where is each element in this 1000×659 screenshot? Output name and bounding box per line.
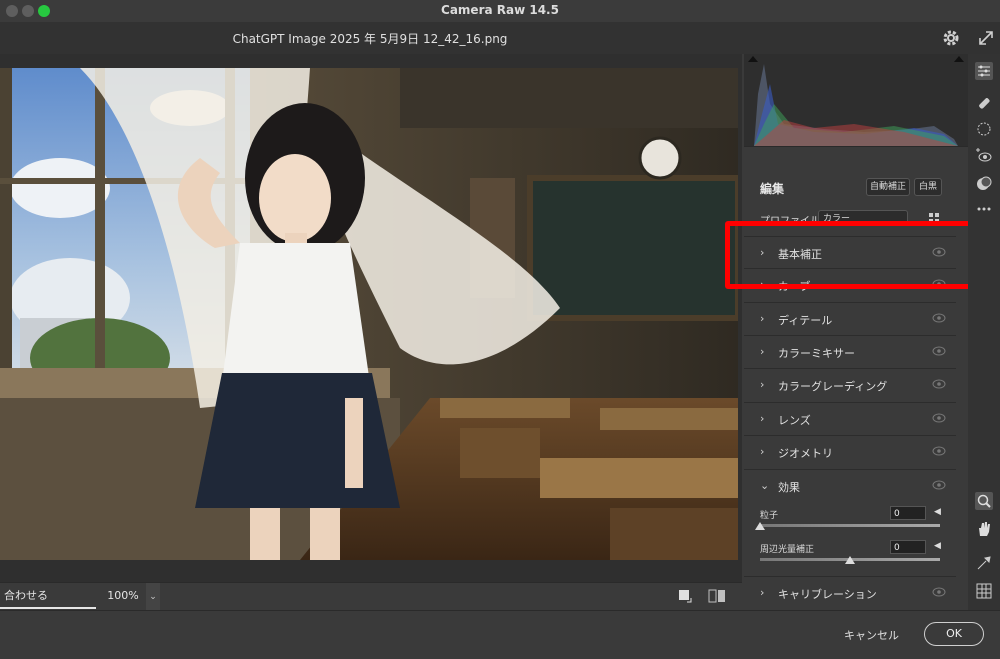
black-white-button[interactable]: 白黒 [914, 178, 942, 196]
eye-icon[interactable] [932, 446, 946, 456]
chevron-right-icon: › [760, 312, 765, 325]
chevron-right-icon: › [760, 412, 765, 425]
chevron-down-icon: ⌄ [760, 479, 770, 492]
dialog-footer: キャンセル OK [0, 610, 1000, 659]
section-lens[interactable]: › レンズ [744, 402, 956, 435]
chevron-right-icon: › [760, 378, 765, 391]
healing-brush-icon[interactable] [975, 94, 993, 112]
color-sampler-icon[interactable] [975, 554, 993, 572]
section-label: ジオメトリ [778, 447, 833, 460]
eye-icon[interactable] [932, 480, 946, 490]
section-label: カラーグレーディング [778, 380, 888, 393]
file-name: ChatGPT Image 2025 年 5月9日 12_42_16.png [232, 32, 508, 46]
auto-button[interactable]: 自動補正 [866, 178, 910, 196]
grid-icon[interactable] [975, 582, 993, 600]
grain-reset-icon[interactable]: ◀ [934, 507, 941, 517]
eye-icon[interactable] [932, 413, 946, 423]
vignette-slider-thumb[interactable] [845, 556, 855, 564]
section-label: 効果 [778, 481, 800, 494]
eye-icon[interactable] [932, 279, 946, 289]
zoom-icon[interactable] [975, 492, 993, 510]
section-label: 基本補正 [778, 248, 822, 261]
section-effects[interactable]: ⌄ 効果 [744, 469, 956, 502]
section-curve[interactable]: › カーブ [744, 268, 956, 301]
edit-panel-title: 編集 [760, 182, 785, 196]
section-label: カラーミキサー [778, 347, 855, 360]
eye-icon[interactable] [932, 587, 946, 597]
section-label: ディテール [778, 314, 833, 327]
before-after-icon[interactable] [708, 588, 726, 604]
presets-icon[interactable] [975, 174, 993, 192]
vignette-label: 周辺光量補正 [760, 545, 815, 555]
red-eye-icon[interactable] [975, 146, 993, 164]
section-calibration[interactable]: › キャリブレーション [744, 576, 956, 609]
histogram-graph [748, 56, 964, 146]
grain-slider-thumb[interactable] [755, 522, 765, 530]
expand-icon[interactable] [975, 27, 997, 49]
toggle-view-icon[interactable] [678, 589, 692, 603]
edit-panel: 編集 自動補正 白黒 プロファイル カラー › 基本補正 › カーブ › ディテ… [744, 168, 968, 610]
eye-icon[interactable] [932, 379, 946, 389]
chevron-right-icon: › [760, 586, 765, 599]
section-color-grading[interactable]: › カラーグレーディング [744, 368, 956, 401]
chevron-right-icon: › [760, 345, 765, 358]
title-bar: Camera Raw 14.5 [0, 0, 1000, 23]
grain-value-input[interactable]: 0 [890, 506, 926, 520]
profile-select[interactable]: カラー [818, 210, 908, 226]
chevron-right-icon: › [760, 278, 765, 291]
chevron-right-icon: › [760, 246, 765, 259]
profile-browser-icon[interactable] [928, 212, 940, 224]
edit-sliders-icon[interactable] [975, 62, 993, 80]
section-label: キャリブレーション [778, 588, 877, 601]
file-bar: ChatGPT Image 2025 年 5月9日 12_42_16.png [0, 22, 1000, 54]
fit-zoom-button[interactable]: 合わせる (114.7%) [0, 583, 96, 628]
view-bar: 合わせる (114.7%) 100% ⌄ [0, 582, 742, 628]
section-color-mixer[interactable]: › カラーミキサー [744, 335, 956, 368]
eye-icon[interactable] [932, 346, 946, 356]
section-label: カーブ [778, 280, 811, 293]
more-icon[interactable] [975, 200, 993, 218]
section-geometry[interactable]: › ジオメトリ [744, 435, 956, 468]
histogram [744, 54, 968, 146]
gear-icon[interactable] [940, 27, 962, 49]
eye-icon[interactable] [932, 247, 946, 257]
tool-sidebar [968, 54, 1000, 610]
zoom-100-button[interactable]: 100% [98, 583, 148, 611]
zoom-dropdown[interactable]: ⌄ [146, 583, 160, 611]
section-basic[interactable]: › 基本補正 [744, 236, 956, 269]
vignette-value-input[interactable]: 0 [890, 540, 926, 554]
cancel-button[interactable]: キャンセル [844, 627, 899, 643]
grain-label: 粒子 [760, 511, 779, 521]
hand-icon[interactable] [975, 520, 993, 538]
image-canvas[interactable] [0, 54, 742, 582]
masking-icon[interactable] [975, 120, 993, 138]
eye-icon[interactable] [932, 313, 946, 323]
preview-image [0, 68, 738, 560]
section-label: レンズ [778, 414, 811, 427]
section-detail[interactable]: › ディテール [744, 302, 956, 335]
profile-label: プロファイル [760, 216, 820, 227]
chevron-right-icon: › [760, 445, 765, 458]
vignette-reset-icon[interactable]: ◀ [934, 541, 941, 551]
histogram-info-row [744, 146, 968, 169]
grain-slider-track[interactable] [760, 524, 940, 527]
window-title: Camera Raw 14.5 [441, 3, 559, 17]
ok-button[interactable]: OK [924, 622, 984, 646]
